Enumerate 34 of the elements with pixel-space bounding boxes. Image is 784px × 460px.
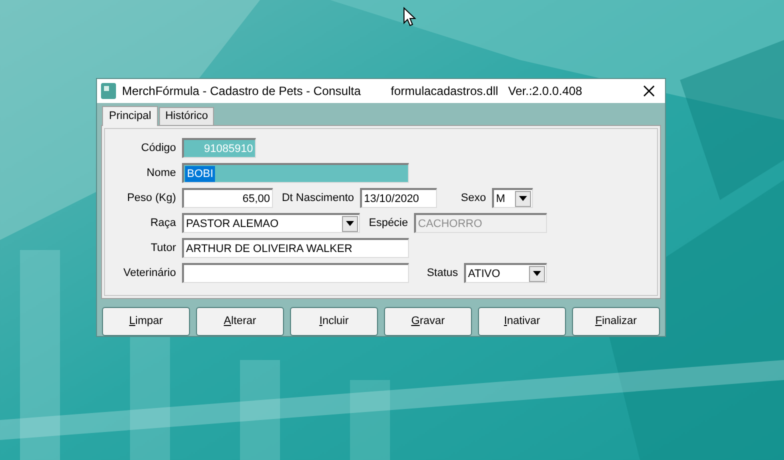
window-title: MerchFórmula - Cadastro de Pets - Consulta [122,82,361,100]
field-label: Nome [146,166,177,182]
action-button[interactable]: Incluir [290,307,378,336]
caret-icon[interactable] [529,266,545,282]
app-icon [101,82,116,99]
dropdown[interactable]: PASTOR ALEMAO [182,213,360,234]
input-field[interactable]: 65,00 [182,188,273,208]
dropdown[interactable]: ATIVO [464,263,547,284]
field-label: Código [140,141,177,156]
field-label: Status [426,266,459,282]
tab[interactable]: Principal [102,106,158,126]
caret-icon[interactable] [515,190,531,207]
action-button[interactable]: Finalizar [572,307,660,336]
action-button[interactable]: Alterar [196,307,284,336]
field-label: Dt Nascimento [280,191,355,206]
action-button[interactable]: Gravar [384,307,472,336]
field-label: Peso (Kg) [126,191,177,206]
field-label: Raça [149,216,177,232]
cursor-icon [403,7,416,27]
input-field[interactable]: ARTHUR DE OLIVEIRA WALKER [182,238,409,258]
input-field[interactable] [182,263,409,284]
field-label: Tutor [150,241,177,256]
action-button[interactable]: Inativar [478,307,566,336]
field-label: Veterinário [122,266,177,282]
field-label: Sexo [460,191,487,206]
field-label: Espécie [368,216,409,232]
action-button[interactable]: Limpar [102,307,190,336]
dropdown[interactable]: M [492,188,533,208]
close-icon[interactable] [643,84,657,98]
input-field[interactable]: BOBI [182,163,409,184]
input-field[interactable]: 13/10/2020 [360,188,437,208]
caret-icon[interactable] [342,216,358,232]
tab[interactable]: Histórico [159,106,214,125]
module-info: formulacadastros.dll Ver.:2.0.0.408 [390,82,582,100]
